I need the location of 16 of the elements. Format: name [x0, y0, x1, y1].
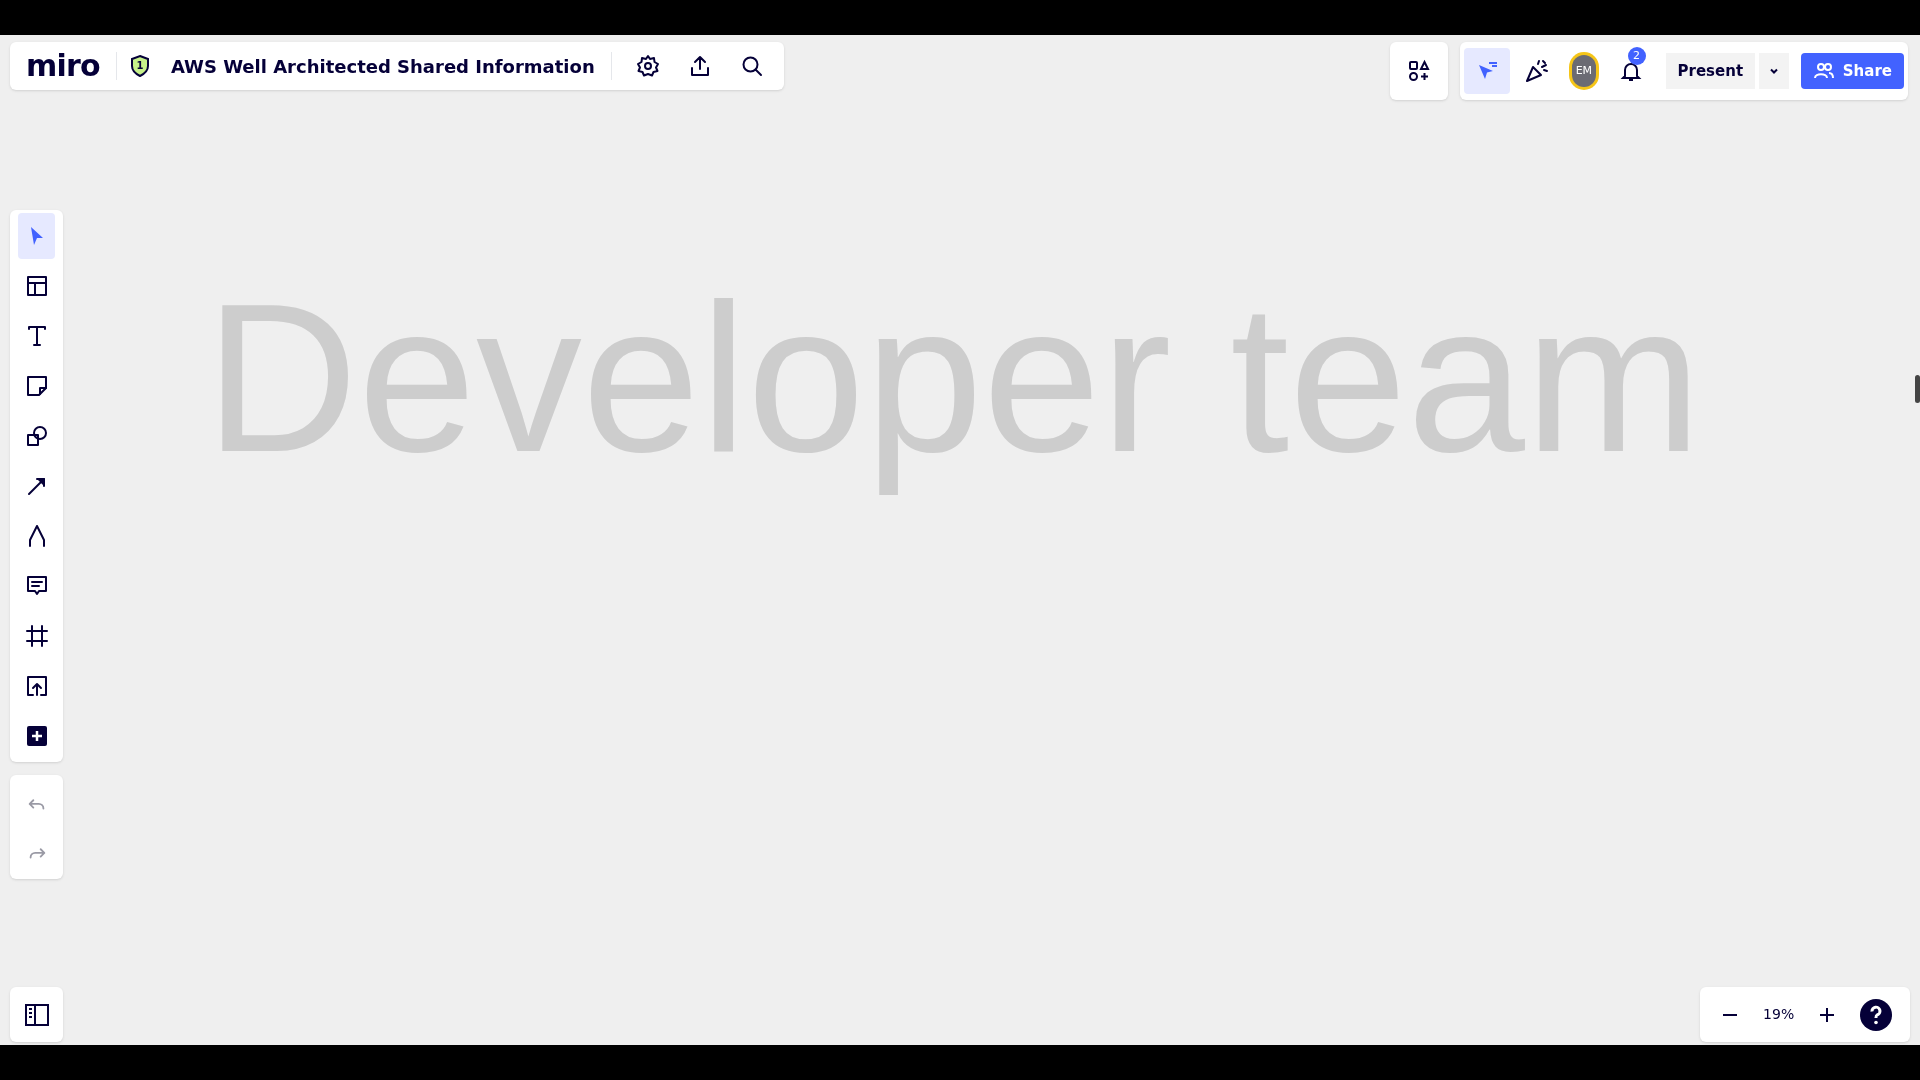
miro-logo[interactable]: miro: [22, 51, 104, 81]
sidebar-toggle-icon[interactable]: [22, 1002, 51, 1027]
share-button[interactable]: Share: [1800, 53, 1904, 89]
shield-number: 1: [135, 59, 144, 72]
present-dropdown[interactable]: [1759, 53, 1789, 89]
board-title[interactable]: AWS Well Architected Shared Information: [170, 52, 595, 80]
zoom-level[interactable]: 19%: [1763, 1004, 1795, 1025]
people-icon: [1812, 62, 1835, 80]
scrollbar[interactable]: [1915, 375, 1920, 403]
user-avatar[interactable]: EM: [1572, 55, 1596, 87]
help-icon[interactable]: [1859, 998, 1892, 1031]
shield-icon[interactable]: [128, 54, 151, 78]
pointer-icon[interactable]: [18, 213, 55, 259]
cursor-icon[interactable]: [1464, 48, 1510, 94]
present-button[interactable]: Present: [1665, 53, 1756, 89]
notification-count: 2: [1627, 47, 1646, 65]
